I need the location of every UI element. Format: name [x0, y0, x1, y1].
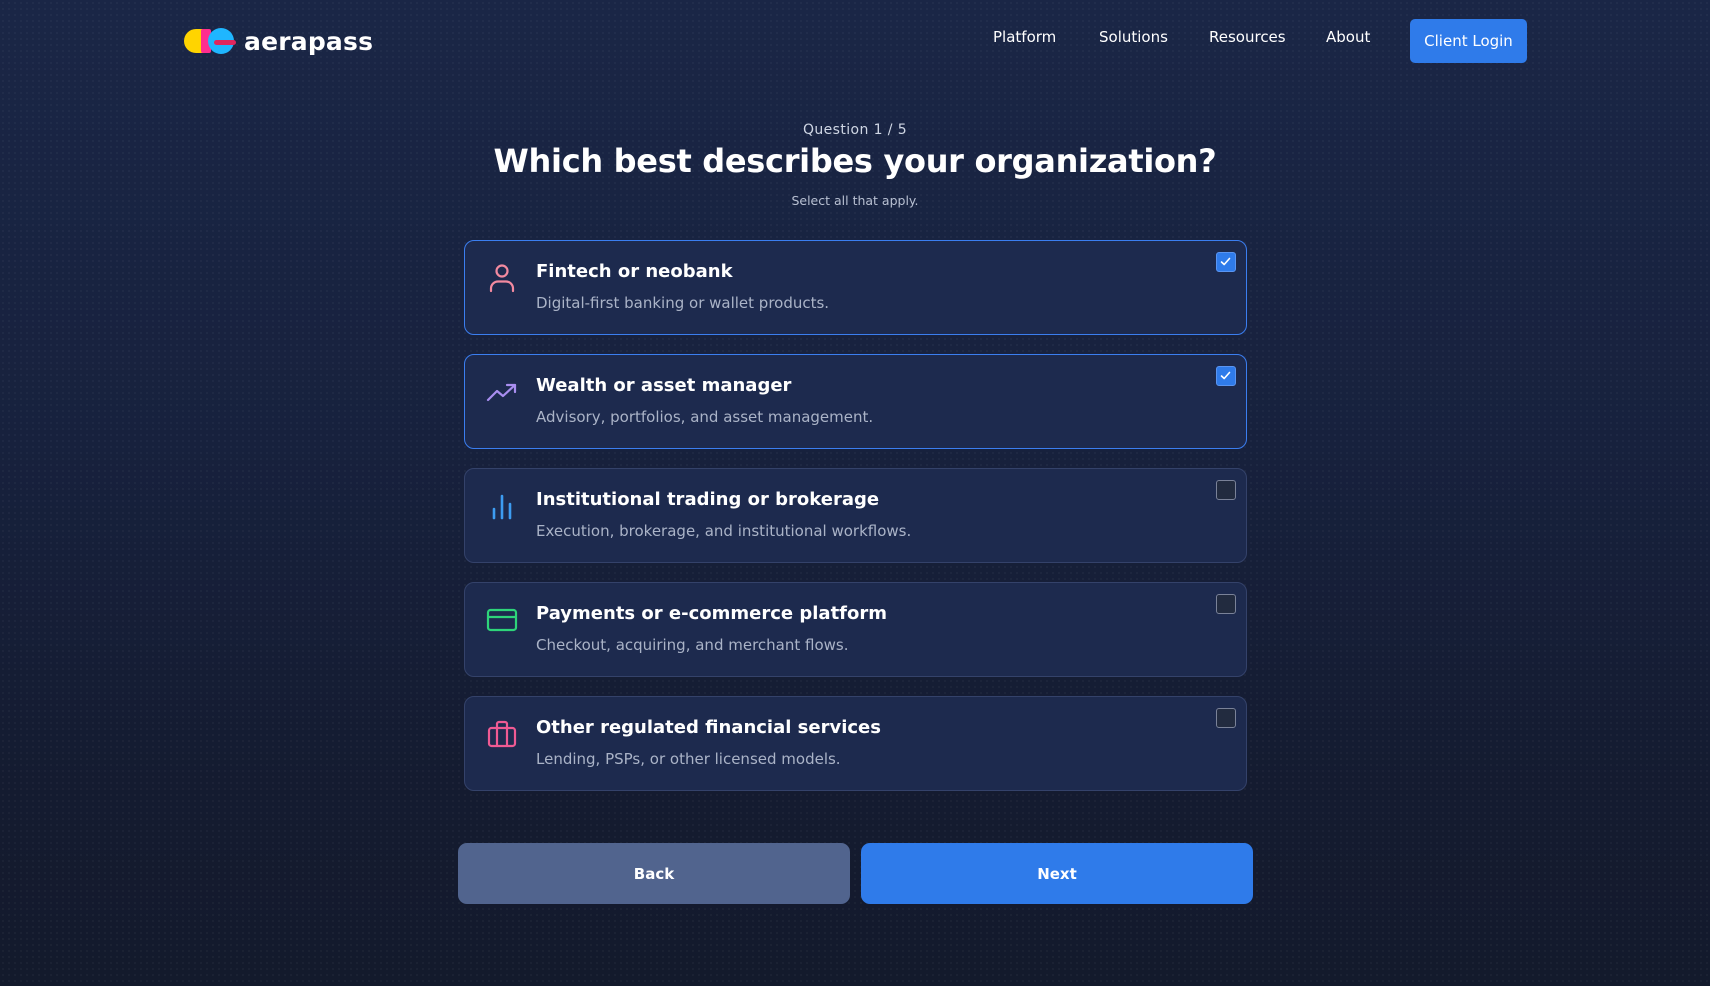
- option-checkbox[interactable]: [1216, 366, 1236, 386]
- nav-link-platform[interactable]: Platform: [993, 28, 1056, 46]
- back-button[interactable]: Back: [458, 843, 850, 904]
- option-other-regulated[interactable]: Other regulated financial services Lendi…: [464, 696, 1247, 791]
- nav-link-about[interactable]: About: [1326, 28, 1370, 46]
- trending-up-icon: [485, 375, 519, 409]
- option-checkbox[interactable]: [1216, 708, 1236, 728]
- next-button[interactable]: Next: [861, 843, 1253, 904]
- briefcase-icon: [485, 717, 519, 751]
- option-checkbox[interactable]: [1216, 480, 1236, 500]
- client-login-button[interactable]: Client Login: [1410, 19, 1527, 63]
- option-title: Payments or e-commerce platform: [536, 603, 887, 624]
- option-description: Checkout, acquiring, and merchant flows.: [536, 636, 849, 654]
- check-icon: [1220, 257, 1231, 266]
- question-progress: Question 1 / 5: [802, 122, 908, 138]
- option-title: Wealth or asset manager: [536, 375, 792, 396]
- option-description: Advisory, portfolios, and asset manageme…: [536, 408, 874, 426]
- site-header: aerapass Platform Solutions Resources Ab…: [0, 0, 1710, 82]
- option-fintech-neobank[interactable]: Fintech or neobank Digital-first banking…: [464, 240, 1247, 335]
- question-subtitle: Select all that apply.: [791, 193, 919, 208]
- option-institutional-trading[interactable]: Institutional trading or brokerage Execu…: [464, 468, 1247, 563]
- option-title: Institutional trading or brokerage: [536, 489, 880, 510]
- user-icon: [485, 261, 519, 295]
- bar-chart-icon: [485, 489, 519, 523]
- check-icon: [1220, 371, 1231, 380]
- option-title: Other regulated financial services: [536, 717, 881, 738]
- option-description: Execution, brokerage, and institutional …: [536, 522, 912, 540]
- page-title: Which best describes your organization?: [493, 142, 1217, 180]
- option-payments-ecommerce[interactable]: Payments or e-commerce platform Checkout…: [464, 582, 1247, 677]
- credit-card-icon: [485, 603, 519, 637]
- option-title: Fintech or neobank: [536, 261, 733, 282]
- option-wealth-asset-manager[interactable]: Wealth or asset manager Advisory, portfo…: [464, 354, 1247, 449]
- option-checkbox[interactable]: [1216, 594, 1236, 614]
- nav-link-resources[interactable]: Resources: [1209, 28, 1286, 46]
- option-checkbox[interactable]: [1216, 252, 1236, 272]
- option-description: Digital-first banking or wallet products…: [536, 294, 830, 312]
- nav-link-solutions[interactable]: Solutions: [1099, 28, 1168, 46]
- option-description: Lending, PSPs, or other licensed models.: [536, 750, 841, 768]
